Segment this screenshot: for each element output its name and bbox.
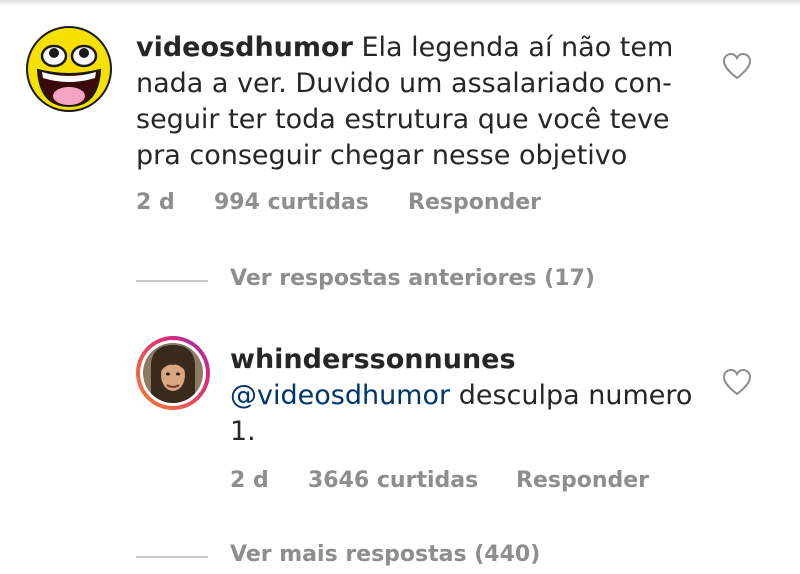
replies-divider-line [136, 280, 208, 282]
avatar[interactable] [26, 26, 112, 112]
reply-button[interactable]: Responder [516, 468, 649, 493]
replies-divider-line [136, 556, 208, 558]
heart-icon[interactable] [722, 368, 752, 396]
awesome-face-icon [26, 26, 112, 112]
mention-link[interactable]: @videosdhumor [230, 380, 450, 411]
reply-comment: whinderssonnunes @videosdhumor desculpa … [0, 320, 800, 510]
reply-meta: 2 d 3646 curtidas Responder [230, 468, 710, 498]
reply-button[interactable]: Responder [408, 190, 541, 215]
comment-likes[interactable]: 994 curtidas [214, 190, 369, 215]
reply-line-2: 1. [230, 416, 256, 447]
profile-photo-icon [143, 343, 203, 403]
reply-username[interactable]: whinderssonnunes [230, 342, 710, 378]
comment-text: videosdhumor Ela legenda aí não tem nada… [136, 30, 706, 174]
comment-meta: 2 d 994 curtidas Responder [136, 190, 696, 220]
view-more-replies-label: Ver mais respostas (440) [230, 542, 541, 567]
reply-time: 2 d [230, 468, 269, 493]
comment-time: 2 d [136, 190, 175, 215]
view-previous-replies-label: Ver respostas anteriores (17) [230, 266, 595, 291]
view-previous-replies-button[interactable]: Ver respostas anteriores (17) [136, 266, 636, 296]
comment-line-1: Ela legenda aí não tem [352, 32, 674, 63]
reply-likes[interactable]: 3646 curtidas [308, 468, 478, 493]
reply-text: whinderssonnunes @videosdhumor desculpa … [230, 342, 710, 450]
comment-line-2: nada a ver. Duvido um assalariado con- [136, 68, 672, 99]
comment-line-3: seguir ter toda estrutura que você teve [136, 104, 670, 135]
reply-line-1: desculpa numero [450, 380, 693, 411]
comment-line-4: pra conseguir chegar nesse objetivo [136, 140, 628, 171]
view-more-replies-button[interactable]: Ver mais respostas (440) [136, 542, 636, 572]
comment-1: videosdhumor Ela legenda aí não tem nada… [0, 0, 800, 240]
heart-icon[interactable] [722, 52, 752, 80]
comment-username[interactable]: videosdhumor [136, 32, 353, 63]
avatar[interactable] [136, 336, 210, 410]
